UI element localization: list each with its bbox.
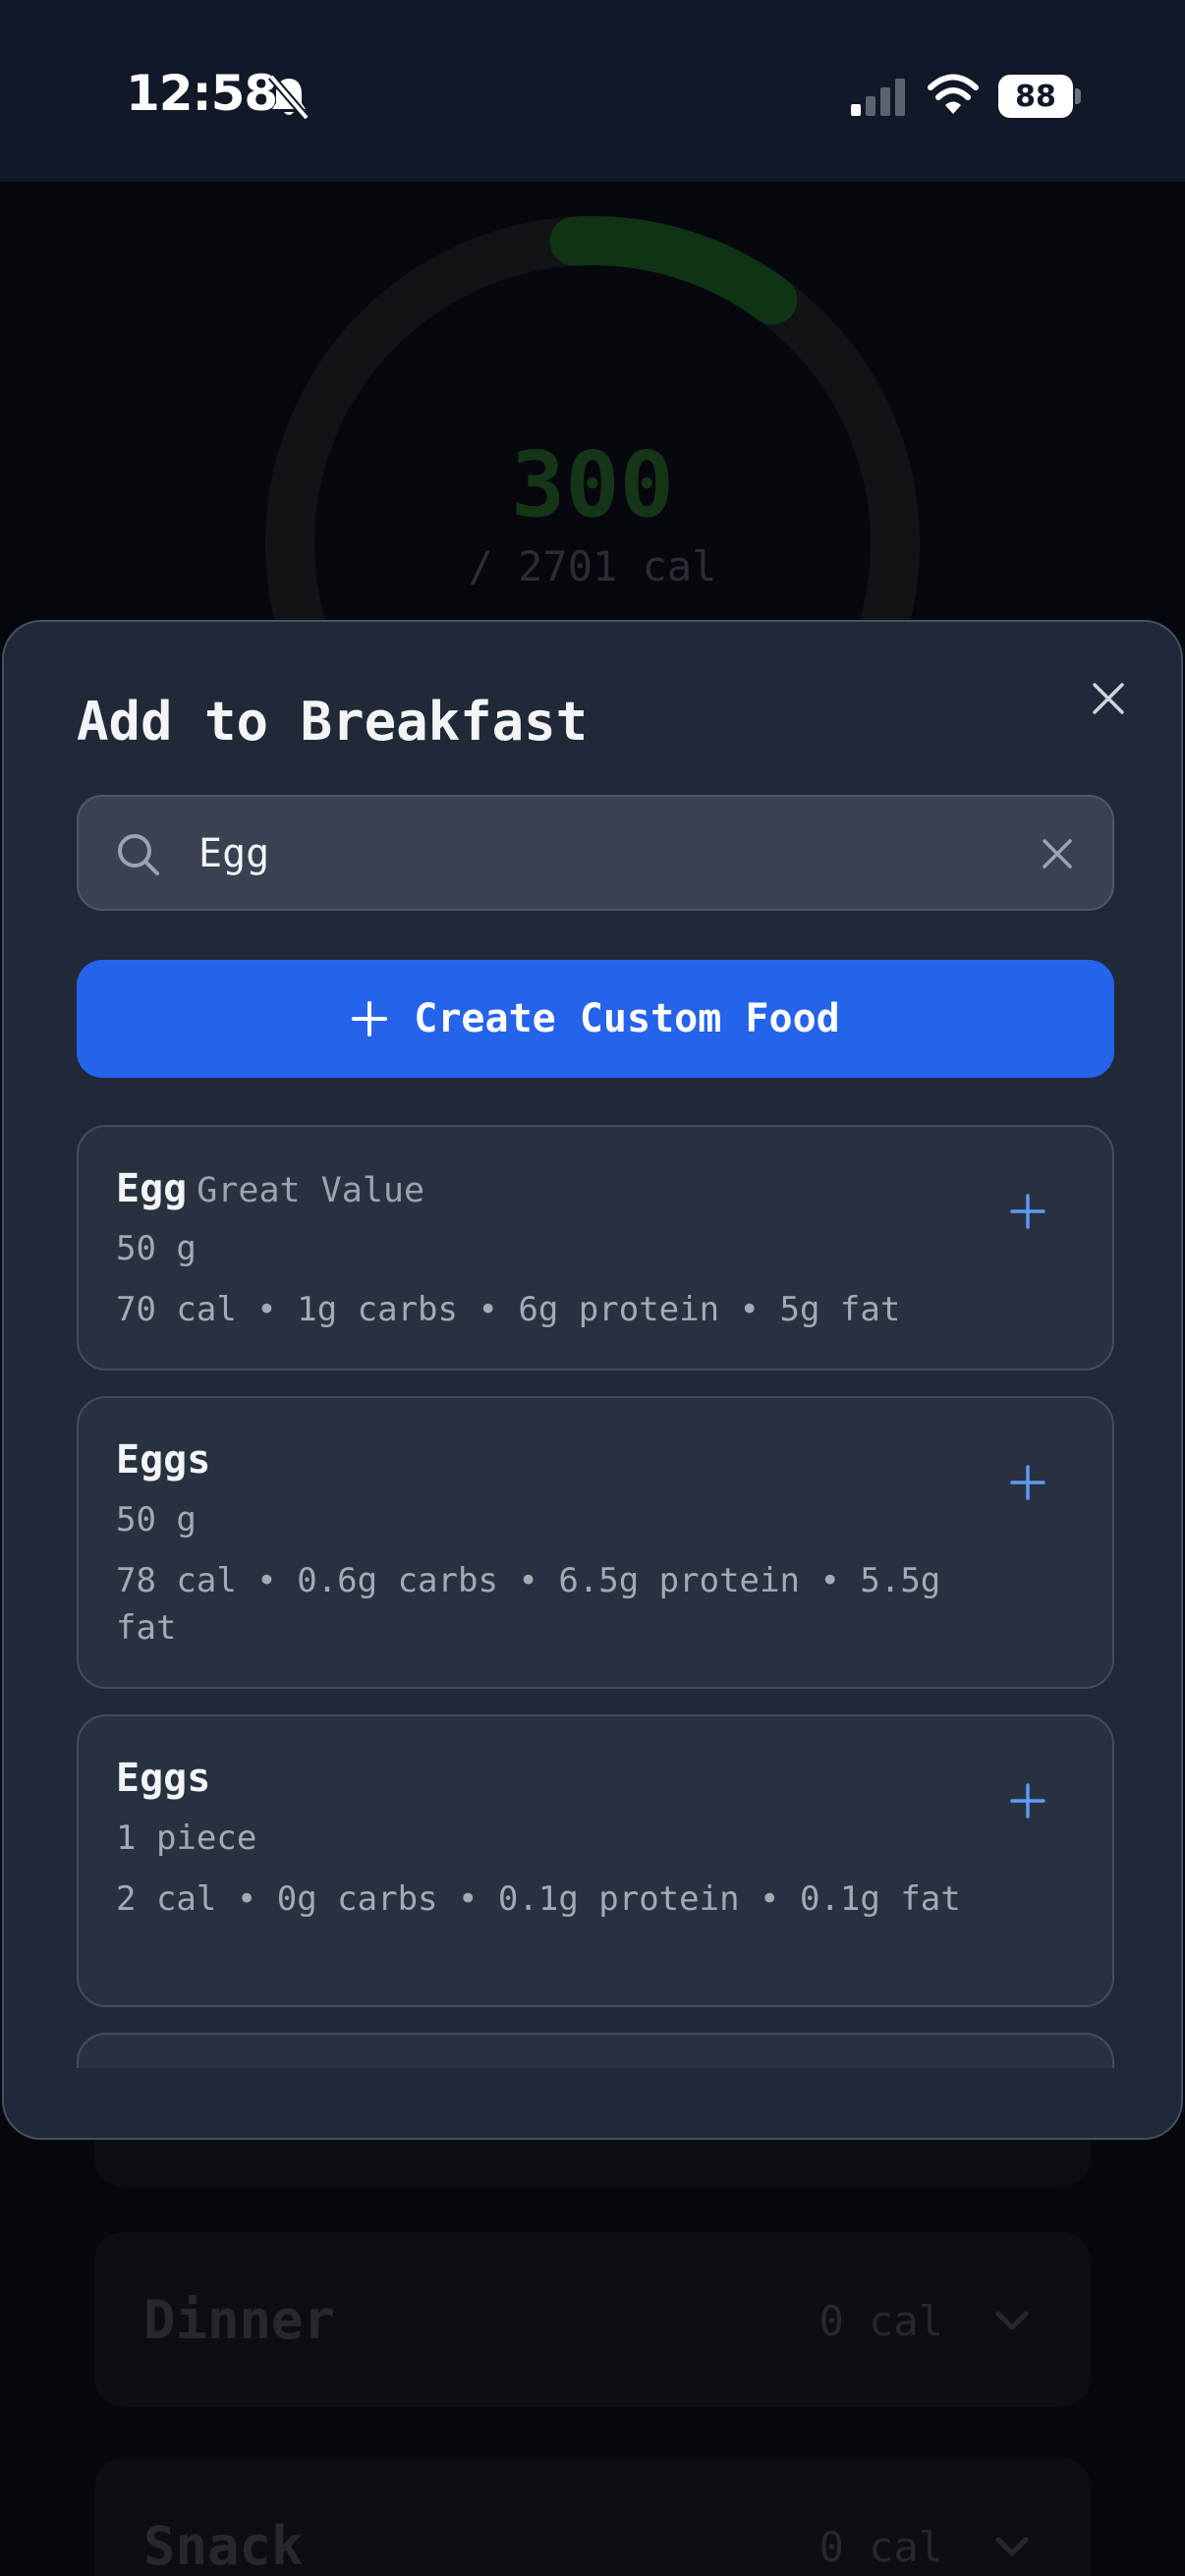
bell-slash-icon [267,74,310,121]
food-serving: 50 g [116,1229,197,1268]
food-result-item[interactable]: Egg Great Value 50 g 70 cal • 1g carbs • … [77,1125,1114,1371]
wifi-icon [928,74,979,114]
food-serving: 50 g [116,1500,197,1540]
chevron-down-icon [995,2537,1029,2556]
meal-calories: 0 cal [818,2523,943,2571]
modal-title: Add to Breakfast [77,691,589,753]
plus-icon [1010,1783,1045,1819]
status-time: 12:58 [126,65,278,122]
food-macros: 70 cal • 1g carbs • 6g protein • 5g fat [116,1290,901,1329]
food-name: Egg Great Value [116,1166,424,1211]
food-serving: 1 piece [116,1819,257,1858]
food-result-item[interactable]: Eggs 50 g 78 cal • 0.6g carbs • 6.5g pro… [77,1396,1114,1689]
battery-indicator: 88 [998,75,1081,118]
meal-name: Dinner [143,2289,336,2351]
add-food-button[interactable] [996,1451,1059,1514]
calories-consumed: 300 [510,432,675,537]
meal-card-snack[interactable]: Snack 0 cal [94,2458,1091,2576]
food-name: Eggs [116,1756,210,1801]
create-custom-food-button[interactable]: Create Custom Food [77,960,1114,1078]
calorie-progress-arc [549,216,798,325]
food-name-text: Eggs [116,1437,211,1483]
food-result-item-partial[interactable] [77,2033,1114,2068]
food-macros: 78 cal • 0.6g carbs • 6.5g protein • 5.5… [116,1561,941,1648]
food-brand: Great Value [197,1171,425,1210]
chevron-down-icon [995,2311,1029,2330]
food-name-text: Egg [116,1166,188,1211]
battery-tip [1075,88,1081,104]
clear-icon [1043,839,1072,868]
plus-icon [1010,1465,1045,1500]
food-name: Eggs [116,1437,210,1483]
clear-search-button[interactable] [1034,830,1081,877]
search-input[interactable] [198,824,1004,883]
add-food-button[interactable] [996,1180,1059,1243]
food-results-list[interactable]: Egg Great Value 50 g 70 cal • 1g carbs • … [4,1125,1181,2068]
calories-goal: / 2701 cal [468,542,717,590]
search-icon [118,834,159,875]
plus-icon [352,1001,388,1036]
add-food-button[interactable] [996,1769,1059,1832]
food-name-text: Eggs [116,1756,211,1801]
meal-card-dinner[interactable]: Dinner 0 cal [94,2232,1091,2407]
battery-level: 88 [998,75,1073,118]
food-macros: 2 cal • 0g carbs • 0.1g protein • 0.1g f… [116,1879,961,1919]
plus-icon [1010,1194,1045,1229]
create-custom-food-label: Create Custom Food [414,996,840,1041]
signal-icon [851,79,905,116]
search-field[interactable] [77,795,1114,911]
meal-name: Snack [143,2515,304,2576]
status-bar: 12:58 88 [0,0,1185,182]
food-result-item[interactable]: Eggs 1 piece 2 cal • 0g carbs • 0.1g pro… [77,1714,1114,2007]
close-button[interactable] [1081,671,1136,726]
add-food-modal: Add to Breakfast Create Custom Food EggG… [2,620,1183,2140]
meal-calories: 0 cal [818,2297,943,2345]
close-icon [1093,683,1124,714]
